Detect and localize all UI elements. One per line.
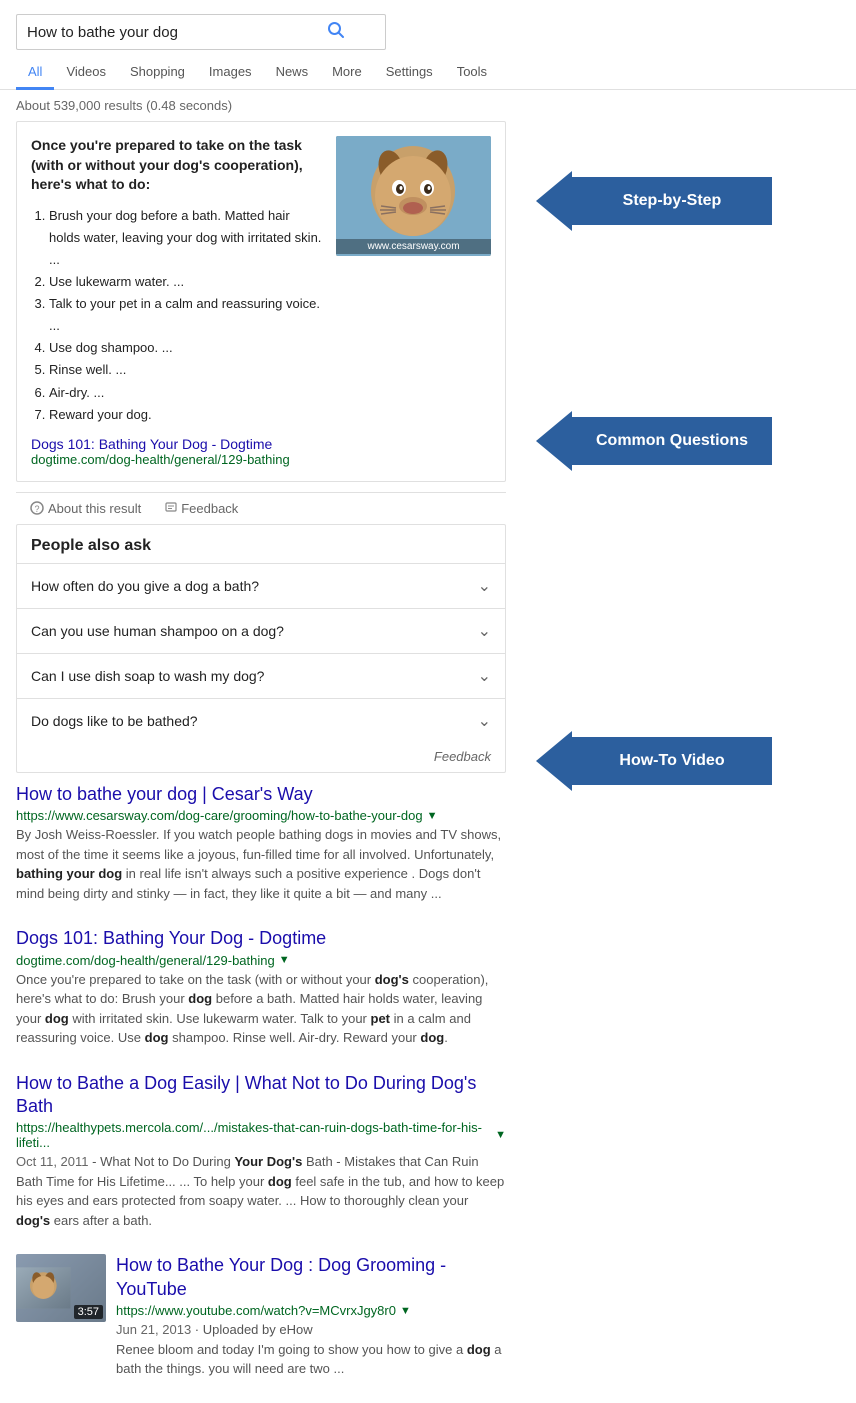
snippet-step-2: Use lukewarm water. ... — [49, 271, 324, 293]
result-1-url: https://www.cesarsway.com/dog-care/groom… — [16, 808, 423, 823]
snippet-text: Once you're prepared to take on the task… — [31, 136, 324, 426]
paa-question-3-text: Can I use dish soap to wash my dog? — [31, 668, 264, 684]
left-column: Once you're prepared to take on the task… — [16, 121, 506, 1403]
result-4-url: https://www.youtube.com/watch?v=MCvrxJgy… — [116, 1303, 396, 1318]
paa-question-3[interactable]: Can I use dish soap to wash my dog? ⌄ — [17, 653, 505, 698]
snippet-link-url: dogtime.com/dog-health/general/129-bathi… — [31, 452, 491, 467]
featured-snippet: Once you're prepared to take on the task… — [16, 121, 506, 482]
search-result-3: How to Bathe a Dog Easily | What Not to … — [16, 1072, 506, 1231]
search-input[interactable] — [27, 24, 327, 41]
result-1-dropdown[interactable]: ▼ — [427, 810, 438, 822]
arrow-shape-1 — [536, 171, 572, 231]
annotation-common-questions-label: Common Questions — [572, 417, 772, 466]
snippet-link-title[interactable]: Dogs 101: Bathing Your Dog - Dogtime — [31, 436, 272, 452]
tab-shopping[interactable]: Shopping — [118, 56, 197, 90]
main-layout: Once you're prepared to take on the task… — [0, 121, 856, 1403]
result-3-date: Oct 11, 2011 — [16, 1154, 89, 1169]
snippet-link[interactable]: Dogs 101: Bathing Your Dog - Dogtime dog… — [31, 436, 491, 467]
search-button[interactable] — [327, 21, 345, 44]
tab-all[interactable]: All — [16, 56, 54, 90]
result-4-url-wrap: https://www.youtube.com/watch?v=MCvrxJgy… — [116, 1303, 506, 1318]
result-2-snippet: Once you're prepared to take on the task… — [16, 970, 506, 1048]
result-3-url-wrap: https://healthypets.mercola.com/.../mist… — [16, 1120, 506, 1150]
annotation-step-by-step-label: Step-by-Step — [572, 177, 772, 226]
snippet-step-4: Use dog shampoo. ... — [49, 337, 324, 359]
right-column: Step-by-Step Common Questions How-To Vid… — [506, 121, 840, 1403]
tab-news[interactable]: News — [264, 56, 321, 90]
result-count: About 539,000 results (0.48 seconds) — [0, 90, 856, 121]
about-result-label: About this result — [48, 501, 141, 516]
video-info: How to Bathe Your Dog : Dog Grooming - Y… — [116, 1254, 506, 1378]
result-2-dropdown[interactable]: ▼ — [279, 954, 290, 966]
result-1-url-wrap: https://www.cesarsway.com/dog-care/groom… — [16, 808, 506, 823]
result-4-title[interactable]: How to Bathe Your Dog : Dog Grooming - Y… — [116, 1254, 506, 1301]
result-2-title[interactable]: Dogs 101: Bathing Your Dog - Dogtime — [16, 927, 506, 950]
annotation-common-questions: Common Questions — [536, 411, 840, 471]
result-3-url: https://healthypets.mercola.com/.../mist… — [16, 1120, 491, 1150]
snippet-step-5: Rinse well. ... — [49, 359, 324, 381]
search-result-4-video: 3:57 How to Bathe Your Dog : Dog Groomin… — [16, 1254, 506, 1378]
search-result-2: Dogs 101: Bathing Your Dog - Dogtime dog… — [16, 927, 506, 1047]
result-4-uploader: Uploaded by eHow — [203, 1322, 313, 1337]
arrow-shape-3 — [536, 731, 572, 791]
tab-more[interactable]: More — [320, 56, 374, 90]
meta-bar: ? About this result Feedback — [16, 492, 506, 524]
tab-tools[interactable]: Tools — [445, 56, 499, 90]
snippet-steps: Brush your dog before a bath. Matted hai… — [31, 205, 324, 426]
tab-settings[interactable]: Settings — [374, 56, 445, 90]
paa-question-4[interactable]: Do dogs like to be bathed? ⌄ — [17, 698, 505, 743]
paa-chevron-4: ⌄ — [478, 711, 491, 731]
result-2-url-wrap: dogtime.com/dog-health/general/129-bathi… — [16, 953, 506, 968]
snippet-step-7: Reward your dog. — [49, 404, 324, 426]
paa-question-1[interactable]: How often do you give a dog a bath? ⌄ — [17, 563, 505, 608]
result-4-dropdown[interactable]: ▼ — [400, 1305, 411, 1317]
svg-text:?: ? — [34, 504, 39, 514]
paa-question-2[interactable]: Can you use human shampoo on a dog? ⌄ — [17, 608, 505, 653]
people-also-ask: People also ask How often do you give a … — [16, 524, 506, 773]
tab-videos[interactable]: Videos — [54, 56, 118, 90]
paa-title: People also ask — [17, 525, 505, 563]
arrow-shape-2 — [536, 411, 572, 471]
result-2-url: dogtime.com/dog-health/general/129-bathi… — [16, 953, 275, 968]
annotation-how-to-video: How-To Video — [536, 731, 840, 791]
result-3-title[interactable]: How to Bathe a Dog Easily | What Not to … — [16, 1072, 506, 1119]
result-1-title[interactable]: How to bathe your dog | Cesar's Way — [16, 783, 506, 806]
snippet-step-6: Air-dry. ... — [49, 382, 324, 404]
search-bar[interactable] — [16, 14, 386, 50]
result-3-dropdown[interactable]: ▼ — [495, 1129, 506, 1141]
paa-chevron-1: ⌄ — [478, 576, 491, 596]
paa-chevron-2: ⌄ — [478, 621, 491, 641]
image-label: www.cesarsway.com — [336, 239, 491, 254]
video-thumbnail[interactable]: 3:57 — [16, 1254, 106, 1322]
search-bar-area — [0, 0, 856, 50]
paa-question-1-text: How often do you give a dog a bath? — [31, 578, 259, 594]
result-4-snippet: Jun 21, 2013 · Uploaded by eHow Renee bl… — [116, 1320, 506, 1379]
paa-question-2-text: Can you use human shampoo on a dog? — [31, 623, 284, 639]
paa-chevron-3: ⌄ — [478, 666, 491, 686]
snippet-title: Once you're prepared to take on the task… — [31, 136, 324, 195]
snippet-step-3: Talk to your pet in a calm and reassurin… — [49, 293, 324, 337]
nav-tabs: All Videos Shopping Images News More Set… — [0, 50, 856, 90]
about-result[interactable]: ? About this result — [30, 501, 141, 516]
result-3-snippet: Oct 11, 2011 - What Not to Do During You… — [16, 1152, 506, 1230]
result-4-date: Jun 21, 2013 — [116, 1322, 191, 1337]
result-1-snippet: By Josh Weiss-Roessler. If you watch peo… — [16, 825, 506, 903]
annotation-how-to-video-label: How-To Video — [572, 737, 772, 786]
snippet-step-1: Brush your dog before a bath. Matted hai… — [49, 205, 324, 271]
feedback-link[interactable]: Feedback — [165, 501, 238, 516]
feedback-label: Feedback — [181, 501, 238, 516]
tab-images[interactable]: Images — [197, 56, 264, 90]
search-result-1: How to bathe your dog | Cesar's Way http… — [16, 783, 506, 903]
video-duration: 3:57 — [74, 1305, 103, 1319]
paa-feedback[interactable]: Feedback — [17, 743, 505, 772]
snippet-image: www.cesarsway.com — [336, 136, 491, 256]
annotation-step-by-step: Step-by-Step — [536, 171, 840, 231]
paa-question-4-text: Do dogs like to be bathed? — [31, 713, 198, 729]
